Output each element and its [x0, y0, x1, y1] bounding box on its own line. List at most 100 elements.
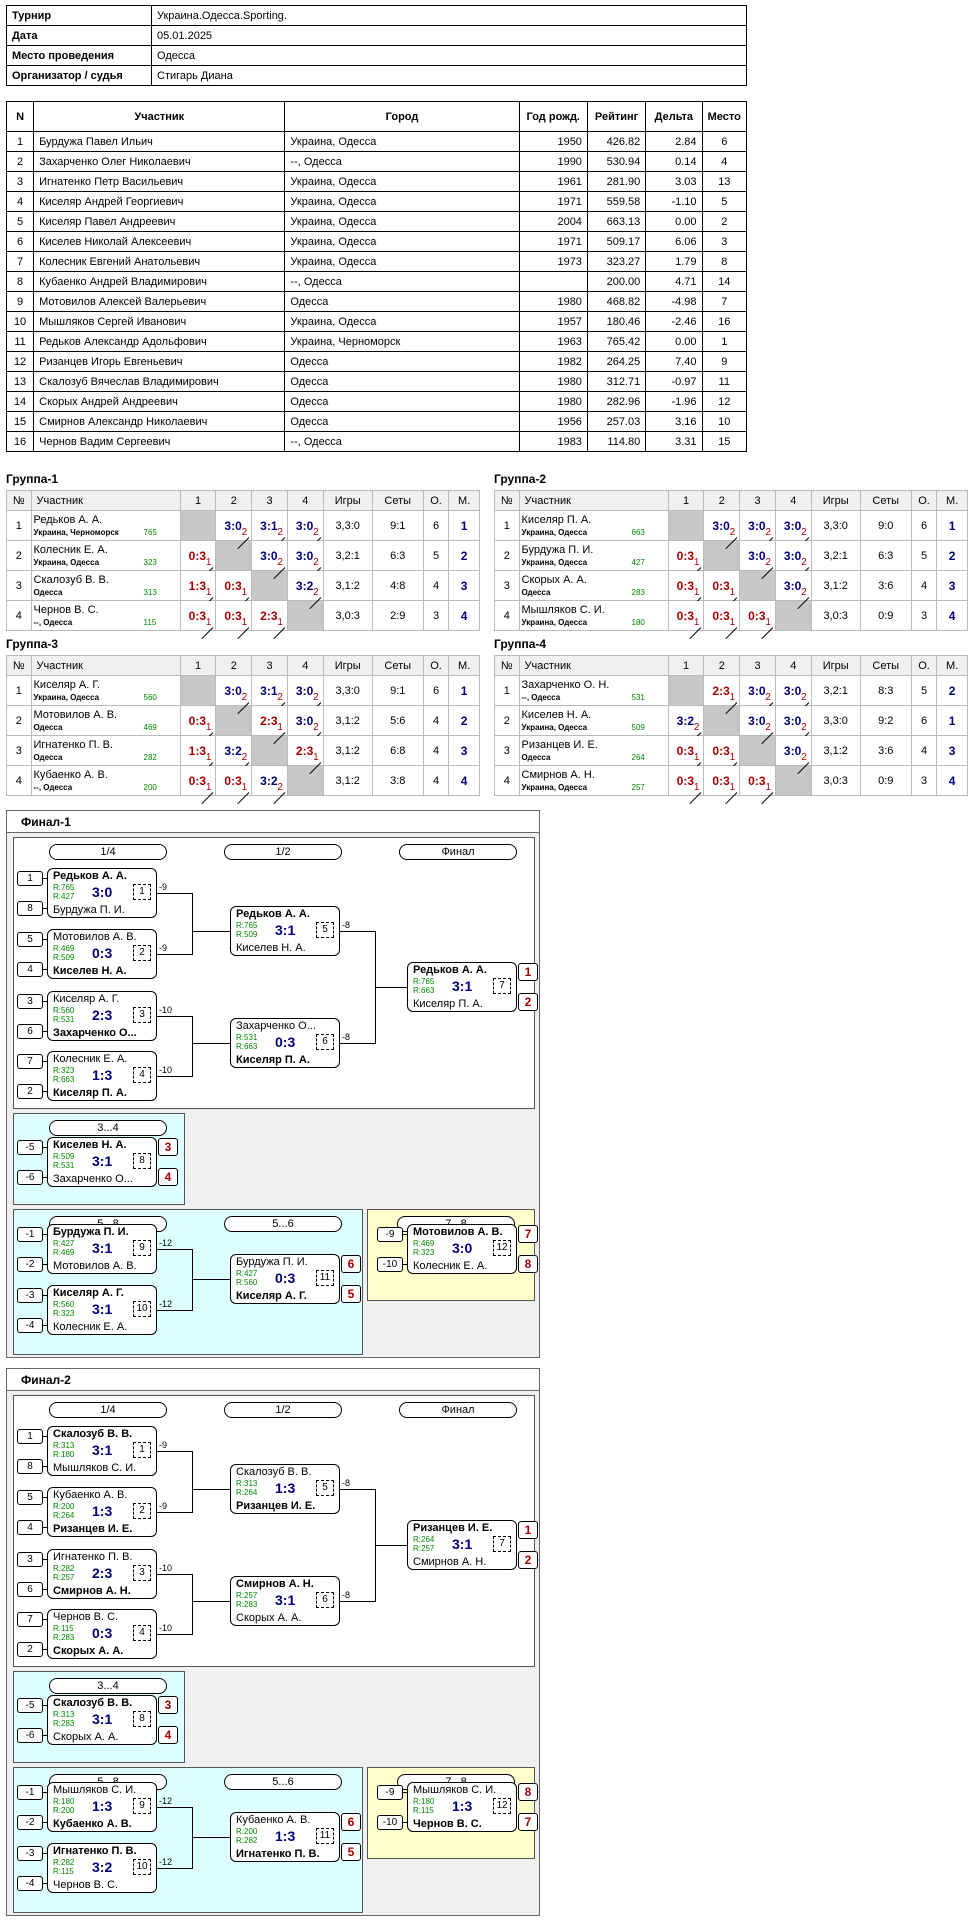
match-box[interactable]: Скалозуб В. В. R:313 R:180 3:1 1 Мышляков С. … — [47, 1426, 157, 1476]
match-number: 12 — [493, 1240, 511, 1256]
player-cell: 1983 — [518, 431, 588, 452]
group-row: 4 Мышляков С. И. Украина, Одесса 180 0:3 1 0:3… — [494, 600, 968, 640]
match-box[interactable]: Кубаенко А. В. R:200 R:264 1:3 2 Ризанцев И. … — [47, 1487, 157, 1537]
match-box[interactable]: Редьков А. А. R:765 R:509 3:1 5 Киселев Н. А. — [230, 906, 340, 956]
group-points: 3 — [910, 600, 938, 631]
match-player-a: Захарченко О... — [236, 1020, 316, 1032]
loser-destination: -12 — [159, 1299, 173, 1309]
match-box[interactable]: Редьков А. А. R:765 R:663 3:1 7 Киселяр П. А. — [407, 962, 517, 1012]
seed-b: -2 — [17, 1257, 43, 1272]
final-title: Финал-2 — [7, 1369, 539, 1391]
group-score-cell: 2:3 1 — [251, 600, 288, 640]
bracket-line — [157, 1076, 192, 1077]
group-match-points: 2 — [801, 692, 807, 703]
group-header-cell: Сеты — [859, 655, 912, 676]
match-player-a: Кубаенко А. В. — [236, 1814, 311, 1826]
group-sets: 9:1 — [371, 675, 424, 706]
match-box[interactable]: Мотовилов А. В. R:469 R:323 3:0 12 Колесник Е… — [407, 1224, 517, 1274]
group-sets: 8:3 — [859, 675, 912, 706]
group-score-cell: 3:0 2 — [774, 735, 812, 775]
match-box[interactable]: Чернов В. С. R:115 R:283 0:3 4 Скорых А. А. — [47, 1609, 157, 1659]
match-score: 0:3 — [275, 1034, 296, 1050]
match-box[interactable]: Игнатенко П. В. R:282 R:115 3:2 10 Чернов В. … — [47, 1843, 157, 1893]
match-player-a: Колесник Е. А. — [53, 1053, 128, 1065]
match-box[interactable]: Колесник Е. А. R:323 R:663 1:3 4 Киселяр П. А… — [47, 1051, 157, 1101]
group-score-cell: 3:0 2 — [286, 675, 324, 715]
seed-a: 1 — [17, 1429, 43, 1444]
player-cell: 15 — [5, 411, 35, 432]
player-cell: --, Одесса — [284, 271, 520, 292]
player-row: 7 Колесник Евгений Анатольевич Украина, Од… — [5, 251, 748, 272]
match-score: 3:1 — [275, 1592, 296, 1608]
group-match-points: 1 — [241, 617, 248, 628]
match-box[interactable]: Мышляков С. И. R:180 R:200 1:3 9 Кубаенко А. … — [47, 1782, 157, 1832]
info-table: Турнир Украина.Одесса.Sporting. Дата 05.01.… — [6, 5, 747, 86]
match-player-b: Киселяр А. Г. — [236, 1290, 307, 1302]
match-rating-a: R:200 — [236, 1827, 258, 1836]
group-points: 4 — [422, 570, 450, 601]
player-cell: Чернов Вадим Сергеевич — [33, 431, 286, 452]
match-box[interactable]: Киселев Н. А. R:509 R:531 3:1 8 Захарченко О.… — [47, 1137, 157, 1187]
group-title: Группа-3 — [6, 637, 59, 651]
group-score-cell: 1:3 1 — [179, 570, 217, 610]
bracket-line — [43, 1436, 47, 1437]
group-score-cell: 0:3 1 — [215, 570, 253, 610]
match-number: 11 — [316, 1828, 334, 1844]
group-match-points: 1 — [765, 617, 771, 628]
score-slash — [273, 792, 286, 805]
group-self-cell — [251, 570, 288, 601]
group-header-cell: О. — [422, 655, 450, 676]
group-match-points: 1 — [693, 617, 700, 628]
final-place-b: 5 — [341, 1843, 361, 1861]
match-player-a: Мотовилов А. В. — [53, 931, 137, 943]
player-cell: 1990 — [518, 151, 588, 172]
group-row: 2 Киселев Н. А. Украина, Одесса 509 3:2 2 3:0 2… — [494, 705, 968, 745]
match-box[interactable]: Редьков А. А. R:765 R:427 3:0 1 Бурдужа П. И. — [47, 868, 157, 918]
match-rating-a: R:765 — [53, 883, 75, 892]
group-match-points: 2 — [801, 722, 807, 733]
seed-a: 7 — [17, 1612, 43, 1627]
match-player-b: Бурдужа П. И. — [53, 904, 125, 916]
match-box[interactable]: Кубаенко А. В. R:200 R:282 1:3 11 Игнатенко П… — [230, 1812, 340, 1862]
match-player-a: Чернов В. С. — [53, 1611, 119, 1623]
group-points: 5 — [422, 540, 450, 571]
group-header-cell: Участник — [518, 655, 669, 676]
match-box[interactable]: Ризанцев И. Е. R:264 R:257 3:1 7 Смирнов А. Н… — [407, 1520, 517, 1570]
group-player: Бурдужа П. И. Украина, Одесса 427 — [518, 540, 669, 571]
group-row: 1 Захарченко О. Н. --, Одесса 531 2:3 1 3:0 2 3:… — [494, 675, 968, 715]
match-box[interactable]: Захарченко О... R:531 R:663 0:3 6 Киселяр П. … — [230, 1018, 340, 1068]
bracket-line — [43, 1031, 47, 1032]
match-rating-b: R:257 — [413, 1544, 435, 1553]
match-box[interactable]: Мотовилов А. В. R:469 R:509 0:3 2 Киселев Н. … — [47, 929, 157, 979]
match-box[interactable]: Киселяр А. Г. R:560 R:531 2:3 3 Захарченко О.… — [47, 991, 157, 1041]
group-score-cell: 0:3 1 — [667, 735, 705, 775]
match-box[interactable]: Скалозуб В. В. R:313 R:283 3:1 8 Скорых А. А. — [47, 1695, 157, 1745]
match-box[interactable]: Бурдужа П. И. R:427 R:560 0:3 11 Киселяр А. Г… — [230, 1254, 340, 1304]
group-score-cell: 0:3 1 — [667, 540, 705, 580]
match-rating-a: R:469 — [53, 944, 75, 953]
match-box[interactable]: Киселяр А. Г. R:560 R:323 3:1 10 Колесник Е. … — [47, 1285, 157, 1335]
group-score-cell: 3:1 2 — [251, 510, 288, 550]
match-player-b: Мышляков С. И. — [53, 1462, 137, 1474]
player-cell: --, Одесса — [284, 431, 520, 452]
final-place-b: 2 — [518, 1551, 538, 1569]
player-cell: -0.97 — [645, 371, 703, 392]
group-player-city: Украина, Одесса — [521, 617, 588, 627]
match-box[interactable]: Скалозуб В. В. R:313 R:264 1:3 5 Ризанцев И. … — [230, 1464, 340, 1514]
group-match-points: 2 — [277, 692, 283, 703]
group-score-cell: 0:3 1 — [739, 600, 776, 640]
match-box[interactable]: Мышляков С. И. R:180 R:115 1:3 12 Чернов В. С… — [407, 1782, 517, 1832]
info-row: Дата 05.01.2025 — [6, 25, 747, 46]
match-box[interactable]: Смирнов А. Н. R:257 R:283 3:1 6 Скорых А. А. — [230, 1576, 340, 1626]
seed-b: -6 — [17, 1728, 43, 1743]
player-cell: 8 — [5, 271, 35, 292]
group-sets: 9:0 — [859, 510, 912, 541]
match-box[interactable]: Бурдужа П. И. R:427 R:469 3:1 9 Мотовилов А. … — [47, 1224, 157, 1274]
match-box[interactable]: Игнатенко П. В. R:282 R:257 2:3 3 Смирнов А. … — [47, 1549, 157, 1599]
group-match-points: 2 — [765, 557, 771, 568]
bracket-line — [43, 1735, 47, 1736]
group-games: 3,0:3 — [810, 765, 861, 796]
seed-b: 4 — [17, 1520, 43, 1535]
group-player-city: --, Одесса — [33, 782, 73, 792]
match-score: 2:3 — [92, 1565, 113, 1581]
